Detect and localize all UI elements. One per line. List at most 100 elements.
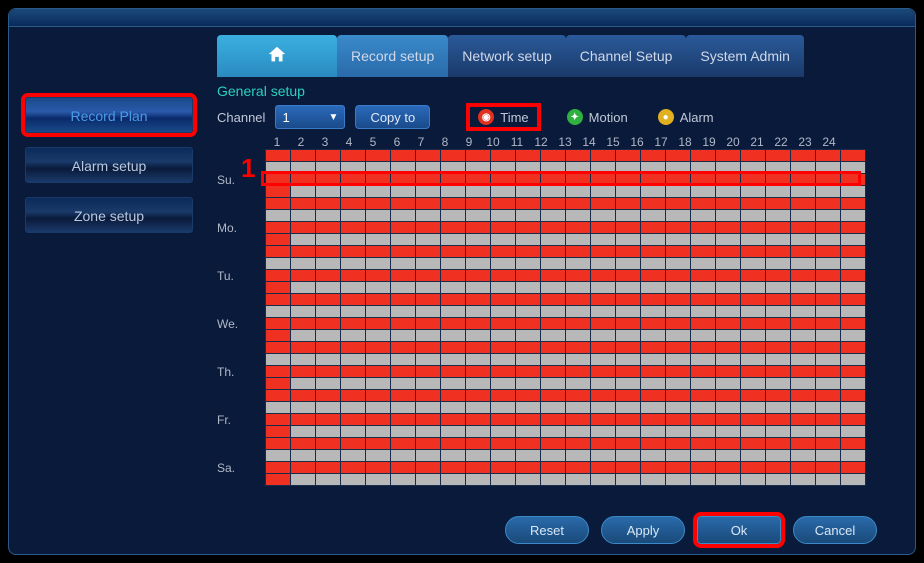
schedule-cell[interactable]	[341, 270, 365, 281]
schedule-cell[interactable]	[441, 246, 465, 257]
schedule-cell[interactable]	[516, 414, 540, 425]
schedule-cell[interactable]	[441, 222, 465, 233]
schedule-cell[interactable]	[366, 354, 390, 365]
schedule-cell[interactable]	[341, 198, 365, 209]
schedule-cell[interactable]	[291, 174, 315, 185]
schedule-cell[interactable]	[441, 258, 465, 269]
schedule-cell[interactable]	[441, 474, 465, 485]
schedule-cell[interactable]	[541, 222, 565, 233]
schedule-cell[interactable]	[816, 390, 840, 401]
schedule-cell[interactable]	[566, 378, 590, 389]
schedule-cell[interactable]	[391, 342, 415, 353]
schedule-cell[interactable]	[591, 438, 615, 449]
schedule-cell[interactable]	[691, 342, 715, 353]
schedule-cell[interactable]	[666, 450, 690, 461]
schedule-cell[interactable]	[716, 210, 740, 221]
schedule-cell[interactable]	[366, 294, 390, 305]
schedule-cell[interactable]	[691, 174, 715, 185]
schedule-cell[interactable]	[641, 222, 665, 233]
schedule-cell[interactable]	[266, 150, 290, 161]
schedule-cell[interactable]	[791, 210, 815, 221]
schedule-cell[interactable]	[791, 186, 815, 197]
schedule-cell[interactable]	[366, 450, 390, 461]
schedule-cell[interactable]	[316, 174, 340, 185]
schedule-cell[interactable]	[741, 186, 765, 197]
schedule-cell[interactable]	[441, 426, 465, 437]
schedule-cell[interactable]	[641, 390, 665, 401]
schedule-cell[interactable]	[816, 474, 840, 485]
schedule-cell[interactable]	[566, 414, 590, 425]
schedule-cell[interactable]	[791, 450, 815, 461]
schedule-cell[interactable]	[341, 402, 365, 413]
schedule-cell[interactable]	[491, 294, 515, 305]
schedule-cell[interactable]	[491, 318, 515, 329]
schedule-cell[interactable]	[316, 318, 340, 329]
schedule-cell[interactable]	[566, 438, 590, 449]
schedule-cell[interactable]	[566, 354, 590, 365]
schedule-cell[interactable]	[266, 270, 290, 281]
schedule-cell[interactable]	[816, 282, 840, 293]
schedule-cell[interactable]	[566, 162, 590, 173]
schedule-cell[interactable]	[416, 318, 440, 329]
schedule-cell[interactable]	[741, 390, 765, 401]
schedule-cell[interactable]	[616, 438, 640, 449]
schedule-cell[interactable]	[391, 246, 415, 257]
schedule-cell[interactable]	[691, 378, 715, 389]
schedule-cell[interactable]	[741, 366, 765, 377]
schedule-cell[interactable]	[766, 366, 790, 377]
schedule-cell[interactable]	[441, 354, 465, 365]
schedule-cell[interactable]	[741, 306, 765, 317]
schedule-cell[interactable]	[391, 282, 415, 293]
schedule-cell[interactable]	[466, 378, 490, 389]
schedule-cell[interactable]	[541, 366, 565, 377]
schedule-cell[interactable]	[666, 222, 690, 233]
schedule-cell[interactable]	[691, 222, 715, 233]
schedule-cell[interactable]	[441, 306, 465, 317]
schedule-cell[interactable]	[316, 258, 340, 269]
schedule-cell[interactable]	[366, 438, 390, 449]
schedule-cell[interactable]	[316, 414, 340, 425]
schedule-cell[interactable]	[366, 234, 390, 245]
schedule-cell[interactable]	[416, 162, 440, 173]
schedule-cell[interactable]	[541, 474, 565, 485]
schedule-cell[interactable]	[566, 402, 590, 413]
schedule-cell[interactable]	[366, 330, 390, 341]
schedule-cell[interactable]	[441, 210, 465, 221]
schedule-cell[interactable]	[416, 354, 440, 365]
schedule-cell[interactable]	[366, 270, 390, 281]
schedule-cell[interactable]	[641, 294, 665, 305]
schedule-cell[interactable]	[616, 378, 640, 389]
schedule-cell[interactable]	[566, 426, 590, 437]
schedule-cell[interactable]	[266, 318, 290, 329]
day-cells[interactable]	[265, 149, 866, 198]
schedule-cell[interactable]	[591, 294, 615, 305]
schedule-cell[interactable]	[841, 270, 865, 281]
schedule-cell[interactable]	[816, 414, 840, 425]
schedule-cell[interactable]	[741, 198, 765, 209]
schedule-cell[interactable]	[841, 390, 865, 401]
schedule-cell[interactable]	[291, 294, 315, 305]
schedule-cell[interactable]	[416, 150, 440, 161]
schedule-cell[interactable]	[566, 318, 590, 329]
schedule-cell[interactable]	[516, 150, 540, 161]
schedule-cell[interactable]	[641, 174, 665, 185]
schedule-cell[interactable]	[841, 402, 865, 413]
schedule-cell[interactable]	[616, 306, 640, 317]
schedule-cell[interactable]	[541, 450, 565, 461]
tab-record-setup[interactable]: Record setup	[337, 35, 448, 77]
schedule-cell[interactable]	[716, 294, 740, 305]
schedule-cell[interactable]	[516, 378, 540, 389]
schedule-cell[interactable]	[466, 234, 490, 245]
tab-system-admin[interactable]: System Admin	[686, 35, 803, 77]
schedule-cell[interactable]	[466, 198, 490, 209]
schedule-cell[interactable]	[516, 330, 540, 341]
schedule-cell[interactable]	[716, 414, 740, 425]
schedule-cell[interactable]	[666, 282, 690, 293]
apply-button[interactable]: Apply	[601, 516, 685, 544]
schedule-cell[interactable]	[691, 414, 715, 425]
schedule-cell[interactable]	[741, 270, 765, 281]
schedule-cell[interactable]	[741, 354, 765, 365]
schedule-cell[interactable]	[566, 270, 590, 281]
schedule-cell[interactable]	[291, 330, 315, 341]
schedule-cell[interactable]	[791, 330, 815, 341]
